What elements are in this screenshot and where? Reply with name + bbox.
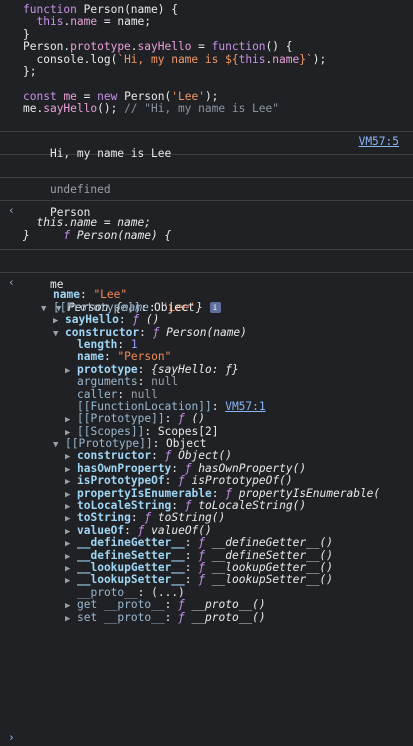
console-entry-undefined: ‹ undefined <box>0 155 413 196</box>
console-entry-code: function Person(name) { this.name = name… <box>0 0 413 132</box>
console-entry-function: ‹ f Person(name) { this.name = name; } <box>0 201 413 250</box>
tree-row-prototype[interactable]: ▼ [[Prototype]]: Object <box>0 301 413 314</box>
undefined-row: ‹ undefined <box>0 159 413 195</box>
console-entry-log: Hi, my name is Lee VM57:5 <box>0 132 413 160</box>
tree-row-arguments: arguments: null <box>77 375 179 389</box>
tree-row-cprototype[interactable]: ▶ prototype: {sayHello: ƒ} <box>0 363 413 376</box>
input-me-row: › me <box>0 254 413 290</box>
tree-row-scopes[interactable]: ▶ [[Scopes]]: Scopes[2] <box>0 425 413 438</box>
code-line-6: }; <box>23 64 37 78</box>
log-row: Hi, my name is Lee VM57:5 <box>0 135 413 160</box>
return-arrow-icon: ‹ <box>8 204 15 217</box>
return-arrow-icon: ‹ <box>8 276 15 289</box>
console-entry-input-me: › me <box>0 250 413 291</box>
tree-row-set-proto[interactable]: ▶ set __proto__: ƒ __proto__() <box>0 611 413 625</box>
tree-row-object-method[interactable]: ▶ __lookupSetter__: ƒ __lookupSetter__() <box>0 573 413 586</box>
code-line-9: me.sayHello(); // "Hi, my name is Lee" <box>23 102 279 116</box>
source-link[interactable]: VM57:5 <box>359 135 399 148</box>
console-entry-input-person: › Person <box>0 178 413 219</box>
object-prototype-items: ▶ constructor: ƒ Object() ▶ hasOwnProperty:… <box>0 450 413 587</box>
expand-right-icon[interactable]: ▶ <box>65 613 77 625</box>
code-line-5: console.log(`Hi, my name is ${this.name}… <box>23 52 327 66</box>
tree-row-function-location: [[FunctionLocation]]: VM57:1 <box>77 399 266 413</box>
code-line-2: this.name = name; <box>36 15 152 29</box>
function-body-row: this.name = name; <box>23 216 151 230</box>
tree-row-object-method[interactable]: ▶ __defineGetter__: ƒ __defineGetter__() <box>0 536 413 549</box>
function-location-link[interactable]: VM57:1 <box>225 400 265 413</box>
input-person-row: › Person <box>0 182 413 218</box>
function-close-row: } <box>23 228 30 242</box>
object-tree: ‹ ▼ Person {name: 'Lee'} i name: "Lee" ▼[… <box>0 273 413 624</box>
tree-row-length: length: 1 <box>77 337 138 351</box>
console-prompt-caret-icon[interactable]: › <box>8 731 15 744</box>
tree-row-constructor[interactable]: ▼ constructor: ƒ Person(name) <box>0 326 413 339</box>
